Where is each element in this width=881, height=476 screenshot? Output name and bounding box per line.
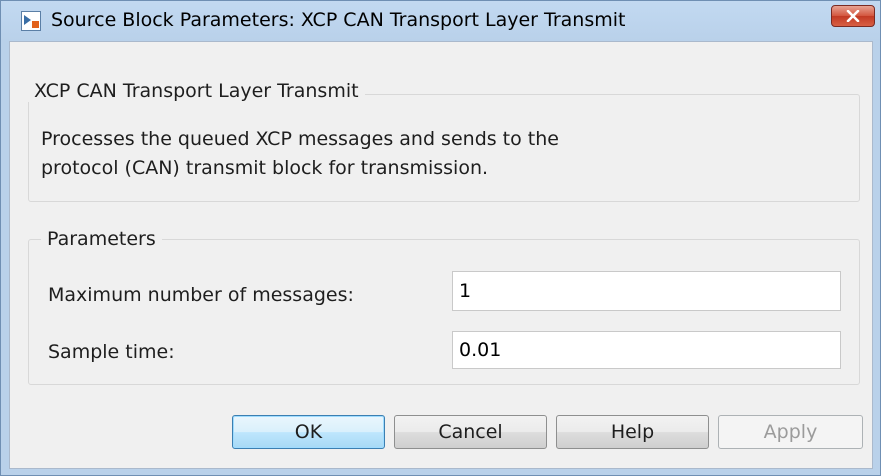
cancel-button[interactable]: Cancel — [394, 415, 547, 449]
parameters-group-title: Parameters — [41, 228, 162, 250]
window-title: Source Block Parameters: XCP CAN Transpo… — [51, 9, 626, 31]
dialog-window: Source Block Parameters: XCP CAN Transpo… — [0, 0, 881, 476]
ok-button[interactable]: OK — [232, 415, 385, 449]
max-messages-input[interactable] — [452, 271, 841, 311]
close-icon — [846, 10, 860, 22]
description-group-title: XCP CAN Transport Layer Transmit — [28, 80, 365, 102]
help-button[interactable]: Help — [556, 415, 709, 449]
sample-time-label: Sample time: — [48, 341, 175, 363]
title-bar[interactable]: Source Block Parameters: XCP CAN Transpo… — [1, 1, 880, 41]
sample-time-input[interactable] — [452, 331, 841, 369]
apply-button[interactable]: Apply — [718, 415, 863, 449]
max-messages-label: Maximum number of messages: — [48, 284, 354, 306]
description-line: protocol (CAN) transmit block for transm… — [41, 157, 489, 179]
simulink-block-icon — [21, 11, 41, 31]
block-description: Processes the queued XCP messages and se… — [41, 125, 841, 183]
close-button[interactable] — [831, 5, 875, 27]
description-line: Processes the queued XCP messages and se… — [41, 128, 559, 150]
dialog-content: XCP CAN Transport Layer Transmit Process… — [9, 41, 873, 469]
